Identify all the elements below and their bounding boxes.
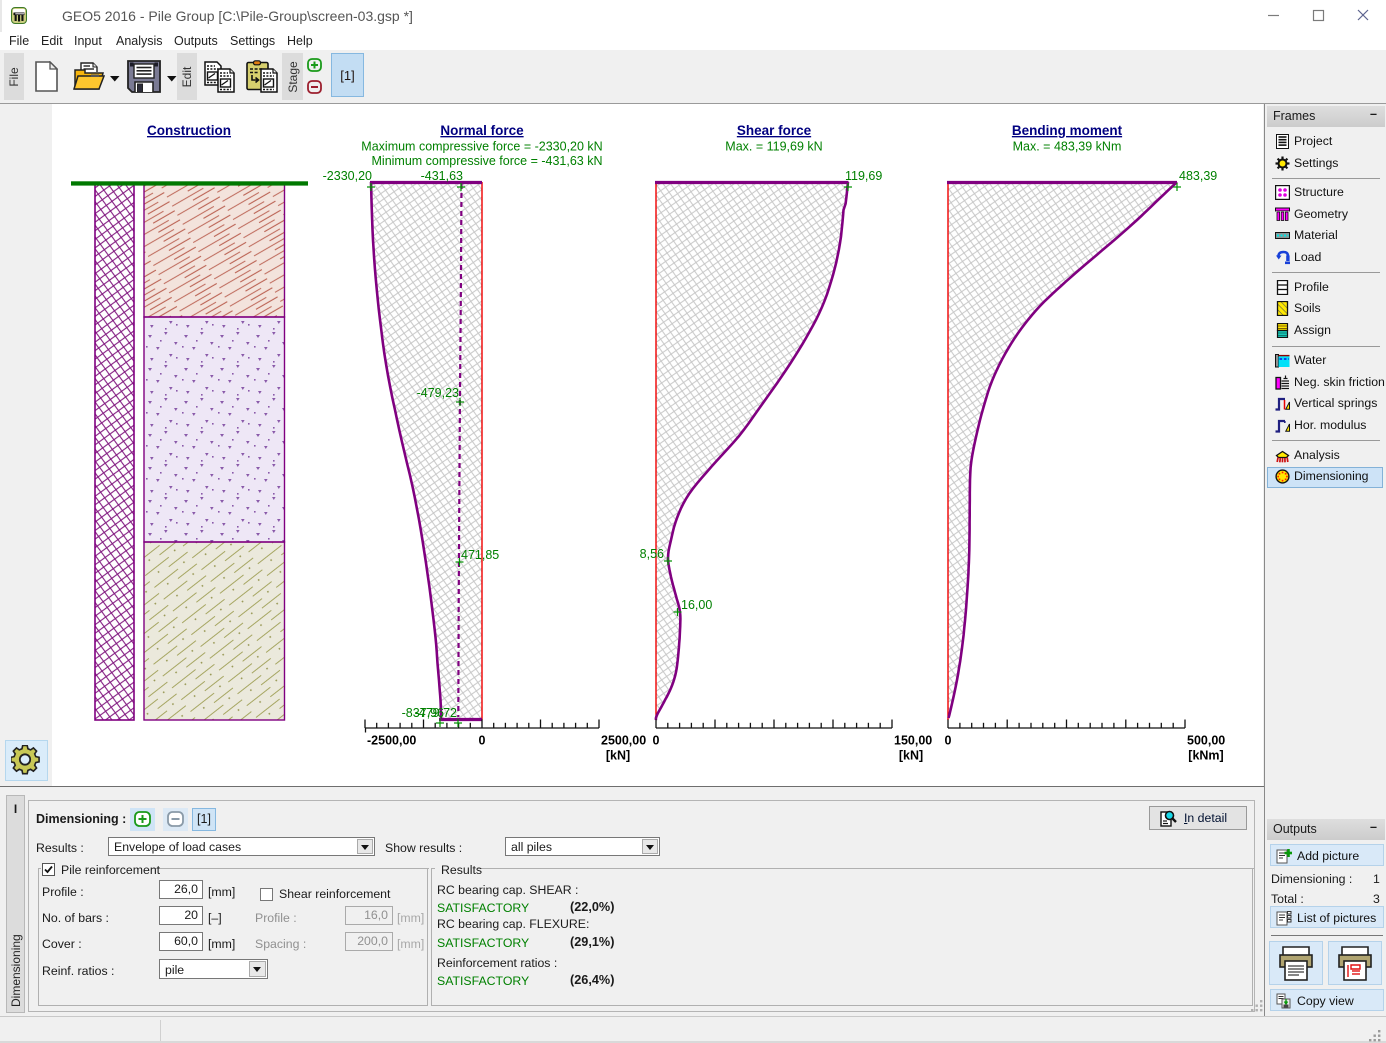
svg-text:0: 0	[653, 734, 660, 748]
svg-text:150,00: 150,00	[894, 734, 932, 748]
svg-text:Max. = 483,39 kNm: Max. = 483,39 kNm	[1013, 140, 1122, 154]
svg-text:500,00: 500,00	[1187, 734, 1225, 748]
svg-text:Construction: Construction	[147, 123, 231, 138]
svg-text:[kNm]: [kNm]	[1188, 749, 1223, 763]
svg-text:-479,72: -479,72	[415, 706, 457, 720]
svg-text:2500,00: 2500,00	[601, 734, 646, 748]
svg-text:-2330,20: -2330,20	[323, 169, 372, 183]
svg-text:Maximum compressive force = -2: Maximum compressive force = -2330,20 kN	[361, 140, 602, 154]
svg-text:16,00: 16,00	[681, 598, 712, 612]
svg-text:Shear force: Shear force	[737, 123, 812, 138]
svg-text:[kN]: [kN]	[899, 749, 923, 763]
svg-text:Max. = 119,69 kN: Max. = 119,69 kN	[725, 140, 822, 154]
svg-text:-479,23: -479,23	[417, 386, 459, 400]
svg-text:-431,63: -431,63	[421, 169, 463, 183]
svg-text:471,85: 471,85	[461, 548, 499, 562]
svg-text:[kN]: [kN]	[606, 749, 630, 763]
svg-text:119,69: 119,69	[845, 169, 882, 183]
svg-text:Normal force: Normal force	[440, 123, 524, 138]
svg-text:483,39: 483,39	[1179, 169, 1217, 183]
svg-text:0: 0	[945, 734, 952, 748]
svg-text:-2500,00: -2500,00	[367, 734, 416, 748]
svg-text:8,56: 8,56	[640, 547, 664, 561]
svg-text:0: 0	[479, 734, 486, 748]
svg-text:Minimum compressive force = -4: Minimum compressive force = -431,63 kN	[372, 154, 603, 168]
svg-text:Bending moment: Bending moment	[1012, 123, 1123, 138]
